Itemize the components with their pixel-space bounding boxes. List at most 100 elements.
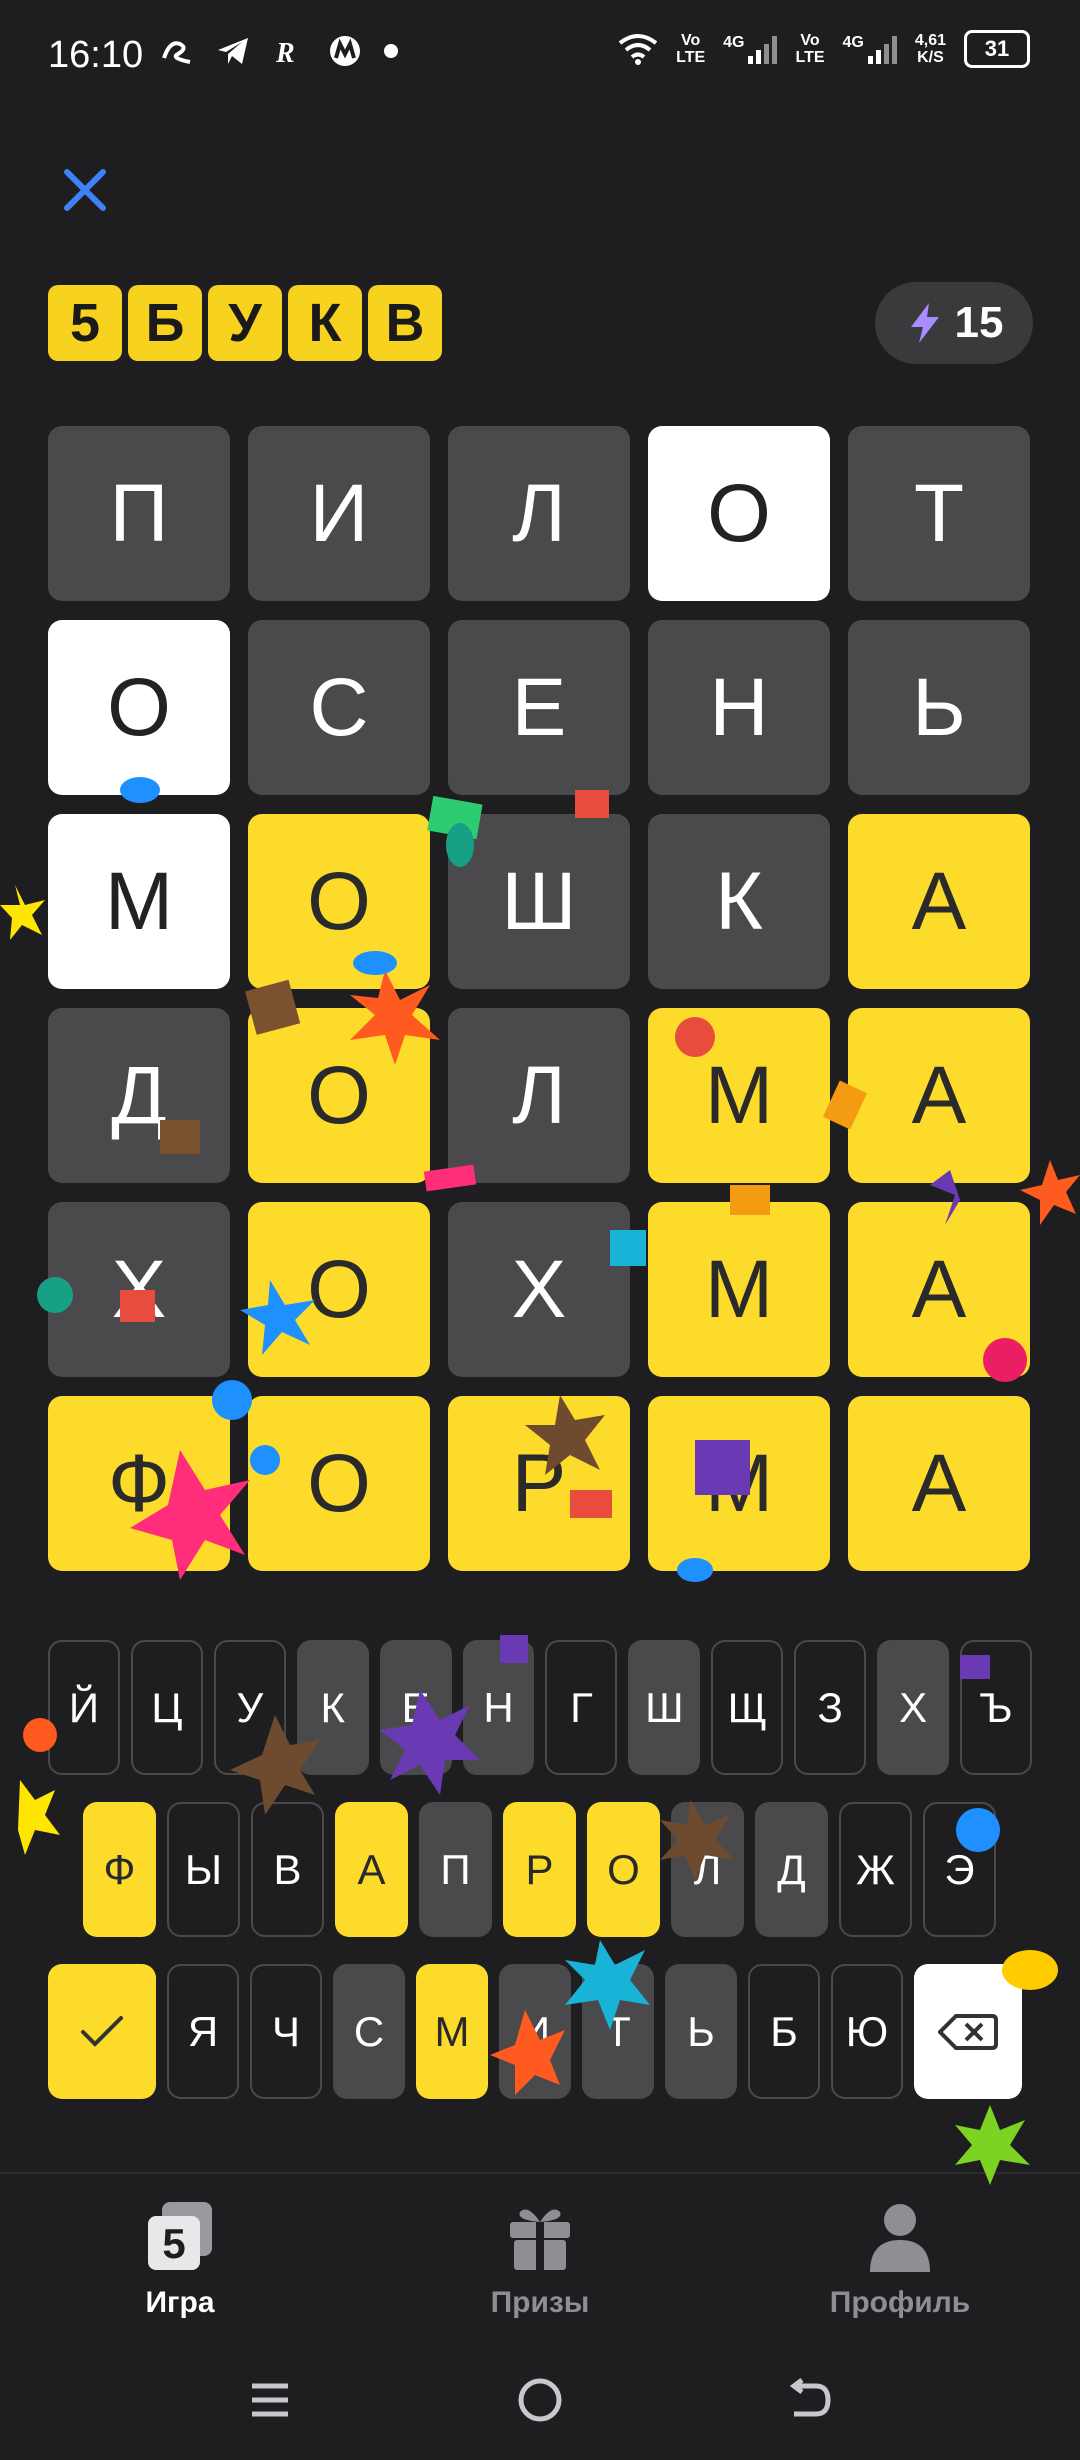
logo-letter: К	[288, 285, 362, 361]
status-time: 16:10	[48, 34, 144, 76]
system-icons: Vo LTE 4G Vo LTE 4G 4,61 K/S 31	[618, 30, 1030, 68]
tab-profile-label: Профиль	[829, 2286, 971, 2319]
back-button[interactable]	[775, 2370, 845, 2430]
signal-1: 4G	[723, 34, 778, 64]
telegram-icon	[218, 38, 248, 64]
more-notifications-dot	[384, 44, 398, 58]
keyboard-row-2: ФЫВАПРОЛДЖЭ	[48, 1802, 1032, 1937]
board-tile: М	[648, 1202, 830, 1377]
key-Л[interactable]: Л	[671, 1802, 744, 1937]
key-Ф[interactable]: Ф	[83, 1802, 156, 1937]
key-Ы[interactable]: Ы	[167, 1802, 240, 1937]
tab-game[interactable]: 5 Игра	[60, 2196, 300, 2320]
recent-apps-button[interactable]	[235, 2370, 305, 2430]
user-icon	[870, 2204, 930, 2272]
signal-bars-icon	[748, 34, 778, 64]
tab-profile[interactable]: Профиль	[780, 2196, 1020, 2320]
key-Ъ[interactable]: Ъ	[960, 1640, 1032, 1775]
key-Р[interactable]: Р	[503, 1802, 576, 1937]
network-speed: 4,61 K/S	[914, 32, 946, 66]
key-З[interactable]: З	[794, 1640, 867, 1775]
logo-letter: У	[208, 285, 282, 361]
battery-icon: 31	[964, 30, 1030, 68]
signal-2: 4G	[843, 34, 897, 64]
battery-level: 31	[984, 36, 1010, 61]
board-tile: Ш	[448, 814, 630, 989]
menu-icon	[252, 2383, 288, 2417]
energy-count: 15	[954, 298, 1004, 347]
board-tile: А	[848, 1008, 1030, 1183]
tab-prizes[interactable]: Призы	[420, 2196, 660, 2320]
game-board: ПИЛОТОСЕНЬМОШКАДОЛМАХОХМАФОРМА	[48, 426, 1030, 1571]
gift-icon	[510, 2209, 570, 2270]
logo-letter: В	[368, 285, 442, 361]
key-Щ[interactable]: Щ	[711, 1640, 784, 1775]
backspace-button[interactable]	[914, 1964, 1022, 2099]
close-icon	[64, 169, 106, 211]
board-tile: П	[48, 426, 230, 601]
r-app-icon: R	[275, 38, 295, 66]
key-П[interactable]: П	[419, 1802, 492, 1937]
board-tile: И	[248, 426, 430, 601]
svg-text:5: 5	[162, 2220, 185, 2267]
key-Т[interactable]: Т	[582, 1964, 654, 2099]
board-tile: Н	[648, 620, 830, 795]
key-К[interactable]: К	[296, 1640, 369, 1775]
key-Я[interactable]: Я	[167, 1964, 239, 2099]
logo-letter: Б	[128, 285, 202, 361]
key-Ь[interactable]: Ь	[665, 1964, 737, 2099]
checkmark-icon	[81, 2015, 123, 2047]
key-И[interactable]: И	[499, 1964, 571, 2099]
board-tile: А	[848, 1202, 1030, 1377]
notification-icons: R	[160, 34, 398, 68]
board-tile: К	[648, 814, 830, 989]
key-Ч[interactable]: Ч	[250, 1964, 322, 2099]
board-tile: А	[848, 814, 1030, 989]
board-tile: Е	[448, 620, 630, 795]
key-Х[interactable]: Х	[877, 1640, 950, 1775]
key-У[interactable]: У	[213, 1640, 286, 1775]
logo-letter: 5	[48, 285, 122, 361]
board-tile: О	[248, 1008, 430, 1183]
key-Г[interactable]: Г	[545, 1640, 618, 1775]
submit-button[interactable]	[48, 1964, 156, 2099]
signal-bars-icon	[867, 34, 897, 64]
home-button[interactable]	[505, 2370, 575, 2430]
home-circle-icon	[518, 2378, 562, 2422]
key-С[interactable]: С	[333, 1964, 405, 2099]
key-Ш[interactable]: Ш	[628, 1640, 701, 1775]
svg-text:R: R	[275, 38, 295, 66]
keyboard-row-1: ЙЦУКЕНГШЩЗХЪ	[48, 1640, 1032, 1775]
key-Ц[interactable]: Ц	[130, 1640, 203, 1775]
board-tile: М	[48, 814, 230, 989]
key-А[interactable]: А	[335, 1802, 408, 1937]
key-Е[interactable]: Е	[379, 1640, 452, 1775]
board-tile: Л	[448, 426, 630, 601]
key-Н[interactable]: Н	[462, 1640, 535, 1775]
board-tile: С	[248, 620, 430, 795]
board-tile: О	[248, 1202, 430, 1377]
game-tab-icon: 5	[148, 2202, 212, 2270]
key-Б[interactable]: Б	[748, 1964, 820, 2099]
key-М[interactable]: М	[416, 1964, 488, 2099]
key-Э[interactable]: Э	[923, 1802, 996, 1937]
board-tile: Х	[448, 1202, 630, 1377]
key-Ж[interactable]: Ж	[839, 1802, 912, 1937]
tab-game-label: Игра	[145, 2286, 215, 2319]
app-notification-icon	[162, 41, 191, 64]
key-Д[interactable]: Д	[755, 1802, 828, 1937]
energy-badge[interactable]: 15	[875, 282, 1033, 364]
board-tile: Т	[848, 426, 1030, 601]
board-tile: О	[248, 814, 430, 989]
key-Ю[interactable]: Ю	[831, 1964, 903, 2099]
board-tile: М	[648, 1396, 830, 1571]
board-tile: Х	[48, 1202, 230, 1377]
system-navigation-bar	[0, 2345, 1080, 2460]
status-bar: 16:10 R Vo LTE 4G Vo LTE 4G 4,61 K/S 31	[0, 0, 1080, 110]
board-tile: О	[648, 426, 830, 601]
key-О[interactable]: О	[587, 1802, 660, 1937]
close-button[interactable]	[55, 160, 115, 220]
key-В[interactable]: В	[251, 1802, 324, 1937]
key-Й[interactable]: Й	[48, 1640, 120, 1775]
board-tile: Л	[448, 1008, 630, 1183]
